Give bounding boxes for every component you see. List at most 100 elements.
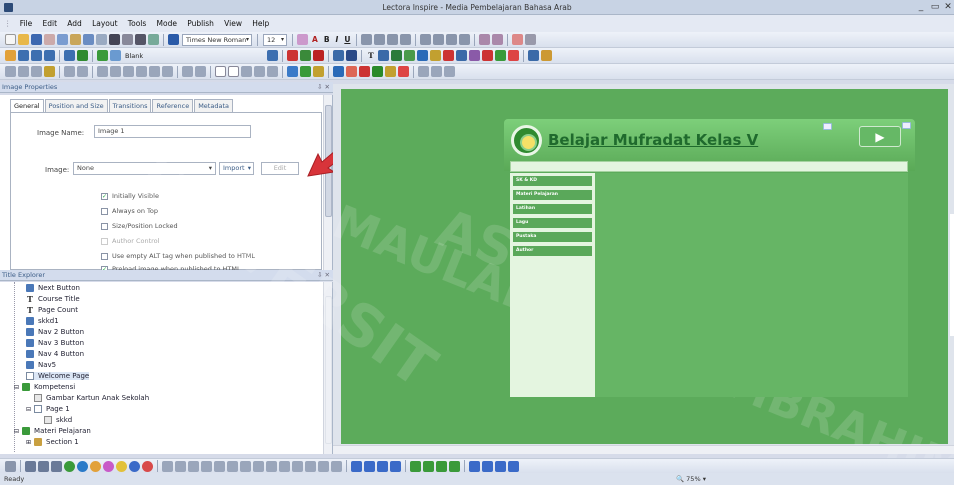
arrow-ud-icon[interactable]: [227, 460, 238, 472]
menu-mode[interactable]: Mode: [153, 15, 181, 32]
replace-icon[interactable]: [122, 34, 133, 45]
tab-general[interactable]: General: [10, 99, 44, 112]
indent-icon[interactable]: [446, 34, 458, 45]
align-objects-right-icon[interactable]: [31, 66, 42, 77]
minimize-button[interactable]: _: [914, 0, 928, 15]
group-objects-icon[interactable]: [162, 66, 173, 77]
menu-tools[interactable]: Tools: [124, 15, 150, 32]
arrow-lr-icon[interactable]: [214, 460, 225, 472]
trapezoid-icon[interactable]: [410, 460, 421, 472]
tab-position-size[interactable]: Position and Size: [44, 99, 108, 112]
menu-file[interactable]: File: [16, 15, 37, 32]
bullets-icon[interactable]: [420, 34, 432, 45]
help-icon[interactable]: [444, 66, 455, 77]
highlight-icon[interactable]: [297, 34, 308, 45]
tab-transitions[interactable]: Transitions: [108, 99, 152, 112]
triangle-up-icon[interactable]: [351, 460, 362, 472]
page-canvas[interactable]: AS ISLAM UNIVERSIT MAULANA MALIK IBRAHIM…: [123, 89, 954, 485]
radio-icon[interactable]: [215, 66, 226, 77]
document-icon[interactable]: [333, 50, 345, 61]
tree-item[interactable]: T Course Title: [26, 295, 80, 303]
wave-icon[interactable]: [423, 460, 434, 472]
collapse-icon[interactable]: ⊟: [14, 384, 19, 391]
flypaper-icon[interactable]: [346, 66, 357, 77]
page-icon[interactable]: [44, 50, 55, 61]
menu-edit[interactable]: Edit: [39, 15, 62, 32]
callout-tool-icon[interactable]: [142, 460, 153, 472]
arrow-up-icon[interactable]: [188, 460, 199, 472]
shape-icon[interactable]: [494, 50, 506, 61]
spell-icon[interactable]: [512, 34, 524, 45]
tree-item[interactable]: Nav 2 Button: [26, 328, 84, 336]
play-button[interactable]: ▶: [859, 126, 901, 147]
symbol-icon[interactable]: [525, 34, 537, 45]
nav-author[interactable]: Author: [512, 245, 593, 257]
same-width-icon[interactable]: [64, 66, 75, 77]
uturn2-icon[interactable]: [305, 460, 316, 472]
curve-icon[interactable]: [240, 460, 251, 472]
menu-add[interactable]: Add: [63, 15, 86, 32]
bold-button[interactable]: B: [324, 35, 330, 44]
web-window-icon[interactable]: [527, 50, 539, 61]
space-vertical-icon[interactable]: [110, 66, 121, 77]
pentagon-icon[interactable]: [331, 460, 342, 472]
same-height-icon[interactable]: [77, 66, 88, 77]
progress-icon[interactable]: [442, 50, 454, 61]
tree-item[interactable]: skkd1: [26, 317, 59, 325]
social-icon[interactable]: [398, 66, 409, 77]
arrow-down-icon[interactable]: [201, 460, 212, 472]
check-icon[interactable]: [418, 66, 429, 77]
tree-item[interactable]: Nav 3 Button: [26, 339, 84, 347]
button-icon[interactable]: [377, 50, 389, 61]
copy-icon[interactable]: [57, 34, 68, 45]
bring-front-icon[interactable]: [136, 66, 147, 77]
group-icon[interactable]: [403, 50, 415, 61]
box3-icon[interactable]: [495, 460, 506, 472]
nav-latihan[interactable]: Latihan: [512, 203, 593, 215]
align-center-icon[interactable]: [374, 34, 386, 45]
nav-materi[interactable]: Materi Pelajaran: [512, 189, 593, 201]
triangle-left-icon[interactable]: [390, 460, 401, 472]
preview-icon[interactable]: [148, 34, 159, 45]
uturn-icon[interactable]: [292, 460, 303, 472]
cloud-tool-icon[interactable]: [129, 460, 140, 472]
font-select[interactable]: Times New Roman: [182, 33, 252, 46]
menu-publish[interactable]: Publish: [183, 15, 218, 32]
nav-pustaka[interactable]: Pustaka: [512, 231, 593, 243]
menu-help[interactable]: Help: [248, 15, 273, 32]
space-horizontal-icon[interactable]: [97, 66, 108, 77]
font-color-button[interactable]: A: [312, 35, 318, 44]
tree-item[interactable]: Nav 4 Button: [26, 350, 84, 358]
cut-icon[interactable]: [44, 34, 55, 45]
print-icon[interactable]: [135, 34, 146, 45]
star-tool-icon[interactable]: [116, 460, 127, 472]
chart-icon[interactable]: [507, 50, 519, 61]
ellipse-tool-icon[interactable]: [77, 460, 88, 472]
tree-item[interactable]: Next Button: [26, 284, 80, 292]
menu-layout[interactable]: Layout: [88, 15, 122, 32]
triangle-right-icon[interactable]: [377, 460, 388, 472]
bend2-icon[interactable]: [279, 460, 290, 472]
explorer-scrollbar[interactable]: [323, 282, 332, 454]
line-icon[interactable]: [492, 34, 504, 45]
tree-item[interactable]: ⊟ Materi Pelajaran: [14, 427, 91, 435]
tree-item[interactable]: T Page Count: [26, 306, 78, 314]
test-icon[interactable]: [64, 50, 75, 61]
library-icon[interactable]: [287, 66, 298, 77]
tree-item[interactable]: ⊟ Kompetensi: [14, 383, 75, 391]
snagit-icon[interactable]: [333, 66, 344, 77]
pin-close-icon[interactable]: ⇩ ✕: [317, 82, 330, 93]
tree-item[interactable]: Gambar Kartun Anak Sekolah: [34, 394, 149, 402]
style-icon[interactable]: [97, 50, 108, 61]
arrow-right-icon[interactable]: [175, 460, 186, 472]
box2-icon[interactable]: [482, 460, 493, 472]
expand-icon[interactable]: ⊞: [26, 439, 31, 446]
ref-icon[interactable]: [468, 50, 480, 61]
align-top-icon[interactable]: [44, 66, 55, 77]
grid-icon[interactable]: [182, 66, 193, 77]
initially-visible-checkbox[interactable]: ✓ Initially Visible: [101, 192, 159, 200]
form-icon[interactable]: [416, 50, 428, 61]
widget-icon[interactable]: [902, 122, 911, 129]
select-tool-icon[interactable]: [5, 460, 16, 472]
video-icon[interactable]: [313, 50, 325, 61]
